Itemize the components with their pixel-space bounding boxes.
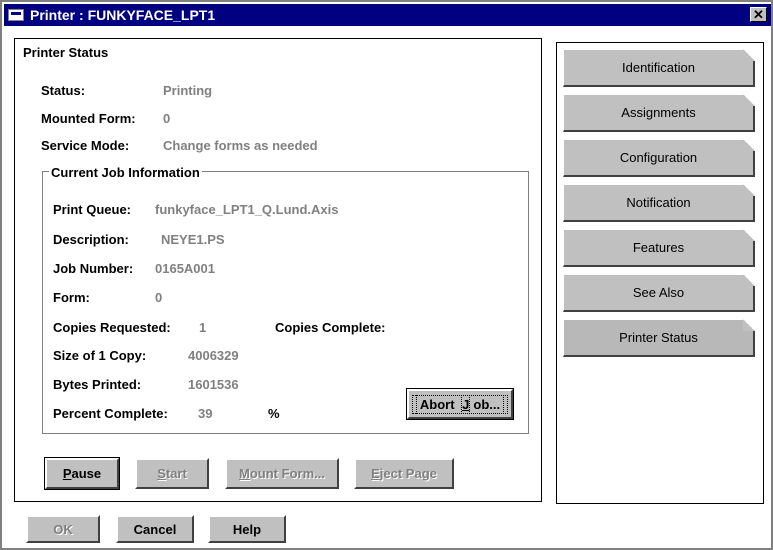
cancel-button[interactable]: Cancel	[116, 515, 194, 543]
bytes-printed-value: 1601536	[188, 377, 239, 392]
printer-dialog: Printer : FUNKYFACE_LPT1 ✕ Printer Statu…	[0, 0, 773, 550]
percent-complete-label: Percent Complete:	[53, 406, 168, 421]
tab-features-label: Features	[632, 240, 685, 255]
copies-complete-label: Copies Complete:	[275, 320, 386, 335]
size-value: 4006329	[188, 348, 239, 363]
copies-requested-value: 1	[199, 320, 207, 335]
percent-unit: %	[268, 406, 280, 421]
start-label: Start	[157, 466, 187, 481]
tab-see-also-label: See Also	[632, 285, 685, 300]
size-label: Size of 1 Copy:	[53, 348, 147, 363]
description-label: Description:	[53, 232, 129, 247]
form-value: 0	[155, 290, 163, 305]
eject-page-button[interactable]: Eject Page	[354, 458, 454, 489]
tab-identification[interactable]: Identification	[563, 49, 755, 87]
job-number-label: Job Number:	[53, 261, 134, 276]
tab-see-also[interactable]: See Also	[563, 274, 755, 312]
page-corner-icon	[743, 184, 755, 196]
pause-button[interactable]: Pause	[44, 457, 120, 490]
percent-complete-value: 39	[198, 406, 213, 421]
tab-printer-status-label: Printer Status	[619, 330, 698, 345]
mount-form-label: Mount Form...	[239, 466, 325, 481]
mount-form-button[interactable]: Mount Form...	[225, 458, 339, 489]
pause-label: Pause	[62, 466, 102, 481]
help-button[interactable]: Help	[208, 515, 286, 543]
page-corner-icon	[743, 319, 755, 331]
ok-button[interactable]: OK	[26, 515, 100, 543]
form-label: Form:	[53, 290, 90, 305]
abort-job-label: Abort Job...	[411, 394, 509, 414]
page-corner-icon	[743, 229, 755, 241]
tab-identification-label: Identification	[622, 60, 695, 75]
copies-requested-label: Copies Requested:	[53, 320, 171, 335]
printer-status-panel: Printer Status Status: Printing Mounted …	[14, 38, 542, 502]
close-button[interactable]: ✕	[750, 7, 767, 22]
print-queue-value: funkyface_LPT1_Q.Lund.Axis	[155, 202, 339, 217]
print-queue-label: Print Queue:	[53, 202, 132, 217]
tab-assignments-label: Assignments	[621, 105, 696, 120]
window-title: Printer : FUNKYFACE_LPT1	[30, 7, 216, 23]
page-corner-icon	[743, 49, 755, 61]
mounted-form-value: 0	[163, 111, 171, 126]
service-mode-value: Change forms as needed	[163, 138, 318, 153]
title-bar: Printer : FUNKYFACE_LPT1 ✕	[4, 4, 771, 26]
tab-notification[interactable]: Notification	[563, 184, 755, 222]
tab-list: Identification Assignments Configuration…	[556, 42, 764, 504]
current-job-title: Current Job Information	[49, 165, 202, 180]
status-label: Status:	[41, 83, 86, 98]
start-button[interactable]: Start	[135, 458, 209, 489]
job-number-value: 0165A001	[155, 261, 215, 276]
service-mode-label: Service Mode:	[41, 138, 130, 153]
printer-window-icon	[8, 9, 24, 21]
tab-features[interactable]: Features	[563, 229, 755, 267]
page-corner-icon	[743, 139, 755, 151]
abort-job-button[interactable]: Abort Job...	[406, 388, 514, 420]
tab-notification-label: Notification	[626, 195, 691, 210]
tab-assignments[interactable]: Assignments	[563, 94, 755, 132]
status-value: Printing	[163, 83, 213, 98]
eject-page-label: Eject Page	[371, 466, 437, 481]
tab-configuration[interactable]: Configuration	[563, 139, 755, 177]
description-value: NEYE1.PS	[161, 232, 225, 247]
tab-printer-status[interactable]: Printer Status	[563, 319, 755, 357]
bytes-printed-label: Bytes Printed:	[53, 377, 142, 392]
panel-title: Printer Status	[23, 45, 109, 60]
page-corner-icon	[743, 94, 755, 106]
tab-configuration-label: Configuration	[619, 150, 698, 165]
page-corner-icon	[743, 274, 755, 286]
mounted-form-label: Mounted Form:	[41, 111, 136, 126]
